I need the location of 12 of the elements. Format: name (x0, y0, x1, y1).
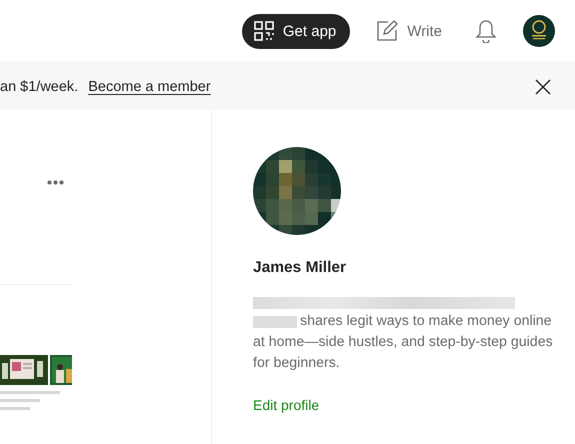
close-icon[interactable] (535, 78, 551, 94)
banner-text: an $1/week. (0, 78, 78, 94)
profile-name: James Miller (253, 259, 348, 277)
notifications-bell-icon[interactable] (475, 19, 497, 43)
become-member-link[interactable]: Become a member (88, 78, 211, 94)
more-options-icon[interactable] (47, 180, 64, 185)
edit-profile-link[interactable]: Edit profile (253, 397, 555, 413)
write-icon (376, 20, 398, 42)
write-link[interactable]: Write (376, 20, 442, 42)
user-avatar-icon[interactable] (523, 15, 555, 47)
get-app-button[interactable]: Get app (242, 14, 350, 48)
qr-code-icon (254, 21, 274, 41)
